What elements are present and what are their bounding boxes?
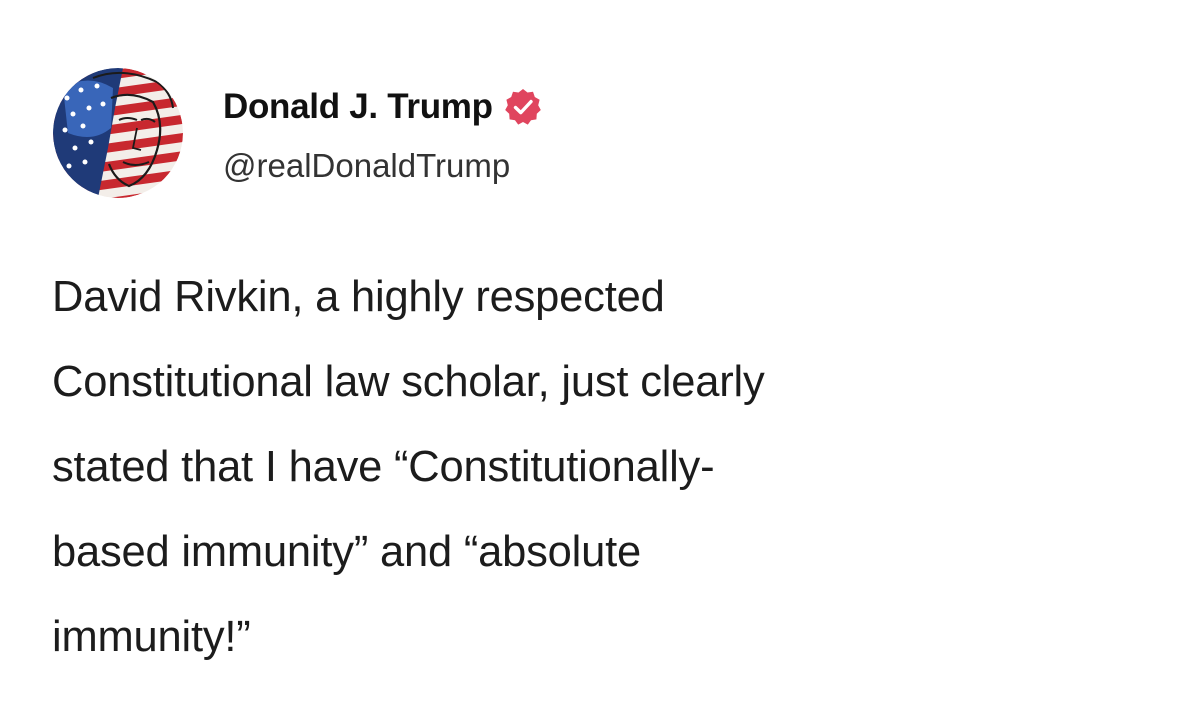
post-body: David Rivkin, a highly respected Constit… [52,255,1132,680]
author-handle[interactable]: @realDonaldTrump [223,147,543,185]
avatar[interactable] [53,68,183,198]
post-text-line: stated that I have “Constitutionally- [52,443,715,491]
post-text-line: Constitutional law scholar, just clearly [52,358,765,406]
post-header: Donald J. Trump @realDonaldTrump [53,67,543,199]
post-card: Donald J. Trump @realDonaldTrump David R… [0,0,1179,723]
flag-portrait-avatar-icon [53,68,183,198]
post-text-line: immunity!” [52,613,251,661]
post-text-line: David Rivkin, a highly respected [52,273,665,321]
author-identity: Donald J. Trump @realDonaldTrump [223,81,543,185]
verified-badge-icon [503,87,543,127]
author-display-name[interactable]: Donald J. Trump [223,87,493,127]
name-row: Donald J. Trump [223,81,543,133]
post-text-line: based immunity” and “absolute [52,528,642,576]
